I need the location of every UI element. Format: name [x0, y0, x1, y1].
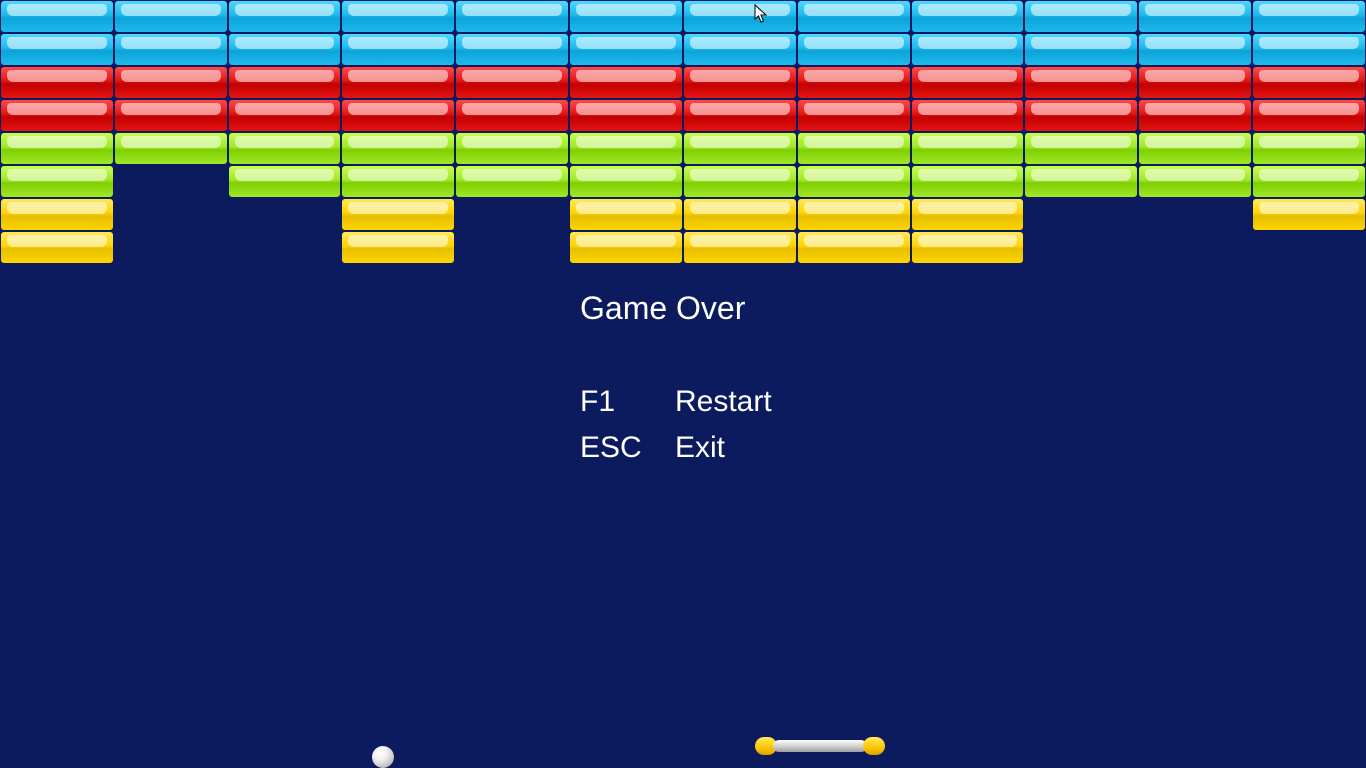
paddle[interactable] — [755, 737, 885, 755]
brick — [341, 198, 455, 231]
game-area[interactable]: Game Over F1RestartESCExit — [0, 0, 1366, 768]
brick — [569, 0, 683, 33]
brick — [683, 66, 797, 99]
brick — [0, 33, 114, 66]
brick — [569, 198, 683, 231]
ball — [372, 746, 394, 768]
brick — [911, 0, 1025, 33]
options-list: F1RestartESCExit — [580, 379, 772, 471]
brick — [797, 33, 911, 66]
brick — [1252, 165, 1366, 198]
brick — [683, 231, 797, 264]
option-key: ESC — [580, 425, 675, 471]
brick — [797, 132, 911, 165]
brick — [0, 99, 114, 132]
brick — [1252, 132, 1366, 165]
brick — [341, 99, 455, 132]
brick — [797, 165, 911, 198]
brick — [1138, 165, 1252, 198]
brick — [911, 33, 1025, 66]
brick — [455, 165, 569, 198]
game-over-overlay: Game Over F1RestartESCExit — [580, 290, 772, 471]
brick — [455, 33, 569, 66]
brick — [1138, 66, 1252, 99]
brick — [569, 99, 683, 132]
brick — [228, 66, 342, 99]
brick — [0, 66, 114, 99]
brick — [683, 0, 797, 33]
brick — [569, 165, 683, 198]
brick — [1252, 33, 1366, 66]
brick — [341, 66, 455, 99]
option-row[interactable]: F1Restart — [580, 379, 772, 425]
brick — [683, 33, 797, 66]
brick — [569, 66, 683, 99]
brick — [455, 0, 569, 33]
brick — [1138, 132, 1252, 165]
brick — [797, 66, 911, 99]
brick — [1024, 66, 1138, 99]
brick — [1138, 0, 1252, 33]
brick — [228, 99, 342, 132]
brick — [569, 33, 683, 66]
option-key: F1 — [580, 379, 675, 425]
brick — [228, 33, 342, 66]
brick — [0, 132, 114, 165]
brick — [1024, 33, 1138, 66]
brick — [341, 33, 455, 66]
brick — [455, 66, 569, 99]
brick — [341, 0, 455, 33]
brick — [114, 33, 228, 66]
brick — [911, 99, 1025, 132]
paddle-cap-right — [863, 737, 885, 755]
brick — [0, 231, 114, 264]
brick — [228, 132, 342, 165]
brick — [0, 165, 114, 198]
brick — [797, 198, 911, 231]
brick — [1252, 198, 1366, 231]
brick — [1024, 165, 1138, 198]
brick — [1252, 0, 1366, 33]
option-row[interactable]: ESCExit — [580, 425, 772, 471]
brick — [911, 66, 1025, 99]
brick — [341, 165, 455, 198]
brick — [683, 99, 797, 132]
brick — [1252, 66, 1366, 99]
brick — [455, 132, 569, 165]
brick — [569, 231, 683, 264]
brick — [797, 99, 911, 132]
brick — [0, 198, 114, 231]
brick — [1138, 33, 1252, 66]
brick — [911, 231, 1025, 264]
brick — [683, 198, 797, 231]
game-over-title: Game Over — [580, 290, 772, 327]
option-action: Exit — [675, 431, 725, 464]
brick — [569, 132, 683, 165]
brick — [114, 99, 228, 132]
brick — [797, 0, 911, 33]
brick — [455, 99, 569, 132]
brick — [114, 0, 228, 33]
paddle-bar — [773, 740, 867, 752]
brick — [683, 165, 797, 198]
brick — [114, 132, 228, 165]
brick — [797, 231, 911, 264]
brick — [1024, 99, 1138, 132]
brick — [1138, 99, 1252, 132]
brick — [1024, 132, 1138, 165]
brick — [228, 165, 342, 198]
brick — [1024, 0, 1138, 33]
brick — [114, 66, 228, 99]
brick — [683, 132, 797, 165]
brick — [341, 231, 455, 264]
brick — [911, 165, 1025, 198]
brick — [1252, 99, 1366, 132]
option-action: Restart — [675, 385, 772, 418]
brick — [0, 0, 114, 33]
brick — [341, 132, 455, 165]
brick — [911, 198, 1025, 231]
brick — [911, 132, 1025, 165]
brick — [228, 0, 342, 33]
